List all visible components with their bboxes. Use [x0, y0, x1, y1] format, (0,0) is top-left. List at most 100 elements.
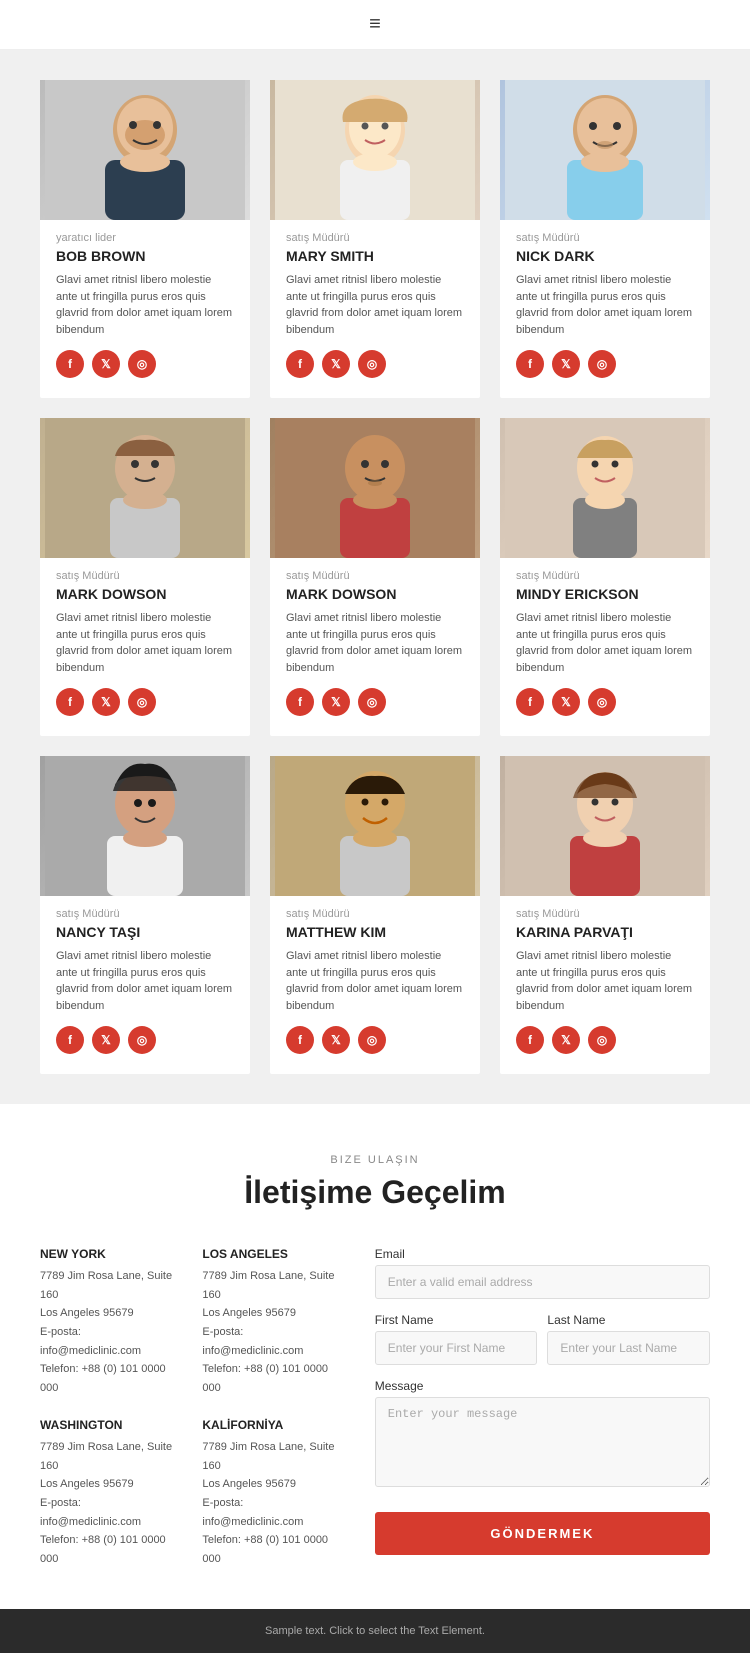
facebook-icon-karina-parvati[interactable]: f [516, 1026, 544, 1054]
team-desc-mark-dowson-2: Glavi amet ritnisl libero molestie ante … [286, 610, 464, 676]
team-name-mary-smith: MARY SMITH [286, 248, 464, 264]
twitter-icon-nick-dark[interactable]: 𝕏 [552, 350, 580, 378]
team-card-body-matthew-kim: satış MüdürüMATTHEW KIMGlavi amet ritnis… [270, 908, 480, 1054]
team-socials-matthew-kim: f𝕏 ◎ [286, 1026, 464, 1054]
team-desc-karina-parvati: Glavi amet ritnisl libero molestie ante … [516, 948, 694, 1014]
instagram-icon-mark-dowson-1[interactable]: ◎ [128, 688, 156, 716]
team-role-nick-dark: satış Müdürü [516, 232, 694, 244]
team-name-bob-brown: BOB BROWN [56, 248, 234, 264]
team-socials-mark-dowson-2: f𝕏 ◎ [286, 688, 464, 716]
team-card-body-mindy-erickson: satış MüdürüMINDY ERICKSONGlavi amet rit… [500, 570, 710, 716]
last-name-group: Last Name [547, 1313, 710, 1365]
team-socials-karina-parvati: f𝕏 ◎ [516, 1026, 694, 1054]
team-socials-mark-dowson-1: f𝕏 ◎ [56, 688, 234, 716]
team-role-mindy-erickson: satış Müdürü [516, 570, 694, 582]
email-label: Email [375, 1247, 710, 1261]
team-role-nancy-tasi: satış Müdürü [56, 908, 234, 920]
first-name-input[interactable] [375, 1331, 538, 1365]
team-card-image-matthew-kim [270, 756, 480, 896]
team-desc-bob-brown: Glavi amet ritnisl libero molestie ante … [56, 272, 234, 338]
twitter-icon-mindy-erickson[interactable]: 𝕏 [552, 688, 580, 716]
instagram-icon-mindy-erickson[interactable]: ◎ [588, 688, 616, 716]
team-card-image-mary-smith [270, 80, 480, 220]
team-socials-mary-smith: f𝕏 ◎ [286, 350, 464, 378]
contact-addresses: NEW YORK7789 Jim Rosa Lane, Suite 160Los… [40, 1247, 345, 1569]
last-name-input[interactable] [547, 1331, 710, 1365]
team-card-body-bob-brown: yaratıcı liderBOB BROWNGlavi amet ritnis… [40, 232, 250, 378]
email-input[interactable] [375, 1265, 710, 1299]
team-card-karina-parvati: satış MüdürüKARINA PARVAŢIGlavi amet rit… [500, 756, 710, 1074]
contact-title: İletişime Geçelim [40, 1174, 710, 1211]
team-desc-matthew-kim: Glavi amet ritnisl libero molestie ante … [286, 948, 464, 1014]
team-grid: yaratıcı liderBOB BROWNGlavi amet ritnis… [40, 80, 710, 1074]
email-group: Email [375, 1247, 710, 1299]
twitter-icon-mark-dowson-1[interactable]: 𝕏 [92, 688, 120, 716]
facebook-icon-nick-dark[interactable]: f [516, 350, 544, 378]
submit-button[interactable]: GÖNDERMEK [375, 1512, 710, 1555]
instagram-icon-nick-dark[interactable]: ◎ [588, 350, 616, 378]
first-name-group: First Name [375, 1313, 538, 1365]
team-card-nancy-tasi: satış MüdürüNANCY TAŞIGlavi amet ritnisl… [40, 756, 250, 1074]
team-card-body-mary-smith: satış MüdürüMARY SMITHGlavi amet ritnisl… [270, 232, 480, 378]
team-card-nick-dark: satış Müdürü NICK DARK Glavi amet ritnisl … [500, 80, 710, 398]
facebook-icon-mark-dowson-2[interactable]: f [286, 688, 314, 716]
team-socials-nancy-tasi: f𝕏 ◎ [56, 1026, 234, 1054]
team-card-image-nick-dark [500, 80, 710, 220]
twitter-icon-matthew-kim[interactable]: 𝕏 [322, 1026, 350, 1054]
team-socials-bob-brown: f𝕏 ◎ [56, 350, 234, 378]
team-section: yaratıcı liderBOB BROWNGlavi amet ritnis… [0, 50, 750, 1104]
team-name-nick-dark: NICK DARK [516, 248, 694, 264]
team-name-matthew-kim: MATTHEW KIM [286, 924, 464, 940]
addr-text: 7789 Jim Rosa Lane, Suite 160Los Angeles… [40, 1438, 182, 1569]
message-label: Message [375, 1379, 710, 1393]
instagram-icon-bob-brown[interactable]: ◎ [128, 350, 156, 378]
team-card-image-mark-dowson-1 [40, 418, 250, 558]
instagram-icon-matthew-kim[interactable]: ◎ [358, 1026, 386, 1054]
twitter-icon-nancy-tasi[interactable]: 𝕏 [92, 1026, 120, 1054]
facebook-icon-mindy-erickson[interactable]: f [516, 688, 544, 716]
team-desc-mindy-erickson: Glavi amet ritnisl libero molestie ante … [516, 610, 694, 676]
last-name-label: Last Name [547, 1313, 710, 1327]
facebook-icon-bob-brown[interactable]: f [56, 350, 84, 378]
team-card-image-mindy-erickson [500, 418, 710, 558]
team-role-mark-dowson-1: satış Müdürü [56, 570, 234, 582]
facebook-icon-matthew-kim[interactable]: f [286, 1026, 314, 1054]
team-card-mary-smith: satış MüdürüMARY SMITHGlavi amet ritnisl… [270, 80, 480, 398]
team-card-matthew-kim: satış MüdürüMATTHEW KIMGlavi amet ritnis… [270, 756, 480, 1074]
twitter-icon-mark-dowson-2[interactable]: 𝕏 [322, 688, 350, 716]
addr-city: WASHINGTON [40, 1418, 182, 1432]
team-desc-nick-dark: Glavi amet ritnisl libero molestie ante … [516, 272, 694, 338]
team-desc-nancy-tasi: Glavi amet ritnisl libero molestie ante … [56, 948, 234, 1014]
addr-text: 7789 Jim Rosa Lane, Suite 160Los Angeles… [40, 1267, 182, 1398]
message-input[interactable] [375, 1397, 710, 1487]
team-name-mark-dowson-1: MARK DOWSON [56, 586, 234, 602]
facebook-icon-mark-dowson-1[interactable]: f [56, 688, 84, 716]
twitter-icon-bob-brown[interactable]: 𝕏 [92, 350, 120, 378]
team-desc-mary-smith: Glavi amet ritnisl libero molestie ante … [286, 272, 464, 338]
instagram-icon-nancy-tasi[interactable]: ◎ [128, 1026, 156, 1054]
name-row: First Name Last Name [375, 1313, 710, 1379]
twitter-icon-mary-smith[interactable]: 𝕏 [322, 350, 350, 378]
addr-city: LOS ANGELES [202, 1247, 344, 1261]
team-card-mark-dowson-1: satış Müdürü MARK DOWSON Glavi amet ritnis… [40, 418, 250, 736]
footer: Sample text. Click to select the Text El… [0, 1609, 750, 1653]
team-card-body-mark-dowson-1: satış Müdürü MARK DOWSON Glavi amet ritnis… [40, 570, 250, 716]
team-card-bob-brown: yaratıcı liderBOB BROWNGlavi amet ritnis… [40, 80, 250, 398]
instagram-icon-karina-parvati[interactable]: ◎ [588, 1026, 616, 1054]
twitter-icon-karina-parvati[interactable]: 𝕏 [552, 1026, 580, 1054]
addr-text: 7789 Jim Rosa Lane, Suite 160Los Angeles… [202, 1267, 344, 1398]
team-name-karina-parvati: KARINA PARVAŢI [516, 924, 694, 940]
instagram-icon-mary-smith[interactable]: ◎ [358, 350, 386, 378]
team-desc-mark-dowson-1: Glavi amet ritnisl libero molestie ante … [56, 610, 234, 676]
team-card-body-nick-dark: satış Müdürü NICK DARK Glavi amet ritnisl … [500, 232, 710, 378]
addr-text: 7789 Jim Rosa Lane, Suite 160Los Angeles… [202, 1438, 344, 1569]
team-socials-nick-dark: f𝕏 ◎ [516, 350, 694, 378]
facebook-icon-mary-smith[interactable]: f [286, 350, 314, 378]
contact-subtitle: BIZE ULAŞIN [40, 1154, 710, 1166]
footer-text: Sample text. Click to select the Text El… [265, 1625, 485, 1637]
addr-block-kali-forni-ya: KALİFORNİYA7789 Jim Rosa Lane, Suite 160… [202, 1418, 344, 1569]
facebook-icon-nancy-tasi[interactable]: f [56, 1026, 84, 1054]
instagram-icon-mark-dowson-2[interactable]: ◎ [358, 688, 386, 716]
hamburger-icon[interactable]: ≡ [369, 13, 381, 36]
contact-form: Email First Name Last Name Message GÖNDE… [375, 1247, 710, 1569]
